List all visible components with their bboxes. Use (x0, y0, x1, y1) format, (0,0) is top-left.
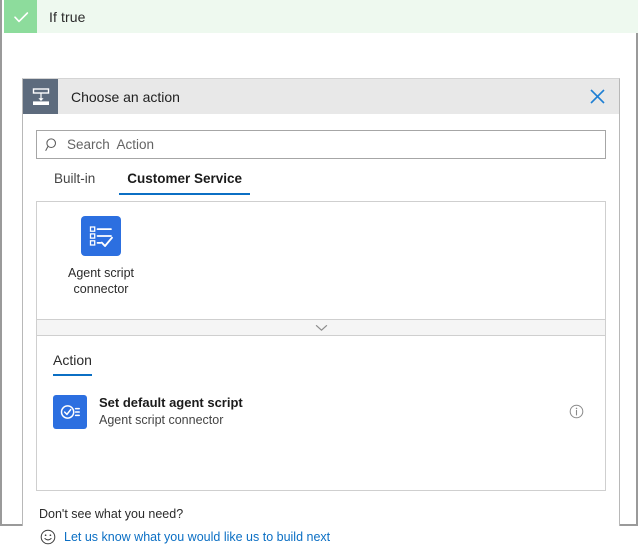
connector-tile-agent-script[interactable]: Agent script connector (49, 214, 153, 297)
panel-header: Choose an action (23, 79, 619, 114)
circle-check-list-icon (53, 395, 87, 429)
connector-gallery: Agent script connector (36, 201, 606, 319)
action-item-title: Set default agent script (99, 394, 565, 411)
search-row (23, 114, 619, 159)
panel-title: Choose an action (58, 79, 575, 114)
search-box[interactable] (36, 130, 606, 159)
checklist-icon (81, 216, 121, 256)
checkmark-icon (4, 0, 37, 33)
search-icon (37, 137, 67, 152)
tab-customer-service[interactable]: Customer Service (111, 171, 258, 195)
smiley-icon (39, 528, 56, 545)
designer-canvas: If true Choose an action (0, 0, 638, 526)
tab-built-in[interactable]: Built-in (36, 171, 111, 195)
action-item-texts: Set default agent script Agent script co… (87, 394, 565, 429)
gallery-collapse-handle[interactable] (36, 319, 606, 336)
panel-footer: Don't see what you need? Let us know wha… (23, 491, 619, 545)
results-section-label: Action (53, 352, 92, 376)
scope-header-if-true: If true (4, 0, 638, 33)
choose-an-action-panel: Choose an action (22, 78, 620, 526)
action-item-subtitle: Agent script connector (99, 412, 565, 429)
tab-built-in-label: Built-in (54, 171, 95, 186)
search-input[interactable] (67, 131, 605, 158)
tab-customer-service-label: Customer Service (127, 171, 242, 186)
panel-body: Built-in Customer Service (23, 114, 619, 526)
close-icon[interactable] (575, 79, 619, 114)
results-section-header: Action (37, 336, 605, 376)
chevron-down-icon (315, 320, 328, 335)
panel-tabs: Built-in Customer Service (23, 159, 619, 195)
action-item-set-default-agent-script[interactable]: Set default agent script Agent script co… (37, 388, 605, 435)
connector-label: Agent script connector (55, 265, 147, 297)
build-next-feedback-link[interactable]: Let us know what you would like us to bu… (64, 530, 330, 544)
results-list: Action Set default agent script (36, 336, 606, 491)
insert-step-icon (23, 79, 58, 114)
footer-link-row: Let us know what you would like us to bu… (39, 528, 619, 545)
scope-title: If true (37, 0, 86, 33)
footer-question: Don't see what you need? (39, 507, 619, 521)
info-icon[interactable] (565, 401, 587, 423)
